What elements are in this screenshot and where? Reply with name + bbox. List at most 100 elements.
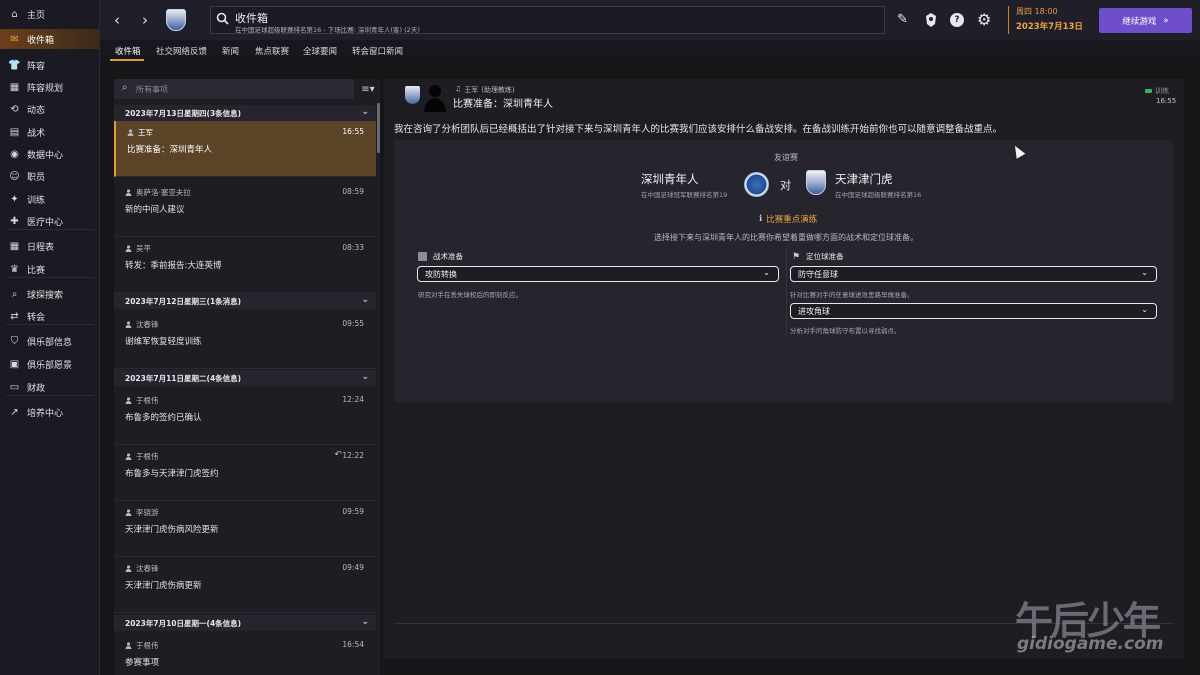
tactics-icon: ▤	[9, 126, 20, 138]
nav-item-development[interactable]: ↗ 培养中心	[0, 402, 100, 422]
setpiece-boot-icon: ⚑	[792, 251, 801, 262]
back-arrow-icon[interactable]: ‹	[114, 11, 120, 29]
tactical-prep-value: 攻防转换	[425, 269, 457, 279]
message-sender: 于根伟	[125, 451, 159, 462]
nav-item-data-hub[interactable]: ◉ 数据中心	[0, 144, 100, 164]
help-icon[interactable]: ?	[950, 13, 964, 27]
tab-4[interactable]: 全球要闻	[303, 40, 337, 62]
message-subject: 布鲁多的签约已确认	[125, 413, 202, 423]
group-header-label: 2023年7月11日星期二(4条信息)	[125, 373, 242, 383]
message-sender: 于根伟	[125, 640, 159, 651]
sender-avatar[interactable]	[422, 82, 448, 112]
sender-name: 李骁游	[136, 508, 159, 517]
tactical-prep-heading: 战术准备	[418, 251, 463, 262]
nav-item-tactics[interactable]: ▤ 战术	[0, 122, 100, 142]
inbox-icon: ✉	[10, 33, 19, 45]
message-row[interactable]: 于根伟 ↶ 12:22 布鲁多与天津津门虎签约	[114, 445, 376, 501]
message-row[interactable]: 李骁游 09:59 天津津门虎伤病风险更新	[114, 501, 376, 557]
person-icon	[125, 321, 132, 328]
message-filter-search[interactable]: ⌕ 所有事项	[114, 79, 354, 99]
forward-arrow-icon[interactable]: ›	[142, 11, 148, 29]
watermark-en: gidiogame.com	[1017, 634, 1164, 654]
chevron-down-icon: ⌄	[361, 372, 369, 382]
message-row[interactable]: 王军 16:55 比赛准备：深圳青年人	[114, 121, 376, 177]
message-row[interactable]: 于根伟 16:54 参赛事项	[114, 634, 376, 675]
nav-item-training[interactable]: ✦ 训练	[0, 189, 100, 209]
double-chevron-right-icon: »	[1163, 15, 1169, 26]
sender-name: 吴平	[136, 244, 151, 253]
nav-item-squad-planner[interactable]: ▦ 阵容规划	[0, 77, 100, 97]
group-header-label: 2023年7月12日星期三(1条消息)	[125, 296, 242, 306]
message-row[interactable]: 沈春锋 09:49 天津津门虎伤病更新	[114, 557, 376, 613]
nav-item-medical[interactable]: ✚ 医疗中心	[0, 211, 100, 231]
message-group-header[interactable]: 2023年7月10日星期一(4条信息) ⌄	[114, 615, 376, 631]
tag-color-icon	[1145, 89, 1152, 93]
home-icon: ⌂	[11, 8, 18, 20]
away-team-standing: 在中国足球超级联赛排名第16	[835, 191, 922, 199]
message-group-header[interactable]: 2023年7月12日星期三(1条消息) ⌄	[114, 293, 376, 309]
message-row[interactable]: 于根伟 12:24 布鲁多的签约已确认	[114, 389, 376, 445]
nav-item-label: 俱乐部信息	[27, 337, 73, 348]
away-team-name[interactable]: 天津津门虎	[835, 171, 893, 187]
club-crest-icon[interactable]	[166, 9, 186, 31]
message-sender: 沈春锋	[125, 563, 159, 574]
settings-gear-icon[interactable]: ⚙	[977, 10, 991, 29]
scouting-icon: ⌕	[11, 288, 18, 300]
trophy-icon: ♛	[10, 263, 19, 275]
message-group-header[interactable]: 2023年7月13日星期四(3条信息) ⌄	[114, 105, 376, 121]
person-icon	[125, 453, 132, 460]
nav-item-scouting[interactable]: ⌕ 球探搜索	[0, 284, 100, 304]
tab-3[interactable]: 焦点联赛	[255, 40, 289, 62]
reply-icon: ↶	[334, 450, 342, 460]
nav-item-shirt[interactable]: 👕 阵容	[0, 55, 100, 75]
pencil-icon[interactable]: ✎	[897, 12, 908, 27]
nav-item-trophy[interactable]: ♛ 比赛	[0, 259, 100, 279]
person-icon	[125, 189, 132, 196]
message-time: 16:55	[1156, 97, 1177, 105]
message-row[interactable]: 沈春锋 09:55 谢维军恢复轻度训练	[114, 313, 376, 369]
nav-item-label: 转会	[27, 312, 46, 323]
search-box[interactable]: 收件箱 在中国足球超级联赛排名第16 - 下场比赛: 深圳青年人(客) (2天)	[210, 6, 885, 34]
away-team-crest-icon[interactable]	[806, 170, 826, 195]
nav-item-calendar[interactable]: ▦ 日程表	[0, 236, 100, 256]
list-menu-icon[interactable]: ≡▾	[356, 79, 380, 99]
person-icon	[127, 129, 134, 136]
nav-item-club-info[interactable]: ⛉ 俱乐部信息	[0, 331, 100, 351]
nav-item-transfer[interactable]: ⇄ 转会	[0, 306, 100, 326]
continue-game-button[interactable]: 继续游戏 »	[1099, 8, 1192, 33]
nav-item-label: 数据中心	[27, 150, 64, 161]
home-team-name[interactable]: 深圳青年人	[641, 171, 699, 187]
message-group-header[interactable]: 2023年7月11日星期二(4条信息) ⌄	[114, 370, 376, 386]
home-team-crest-icon[interactable]	[744, 172, 769, 197]
message-row[interactable]: 奥萨洛·塞亚夫拉 08:59 新的中间人建议	[114, 181, 376, 237]
focus-title-text: 比赛重点演练	[766, 215, 818, 225]
nav-item-dynamics[interactable]: ⟲ 动态	[0, 99, 100, 119]
tab-1[interactable]: 社交网络反馈	[156, 40, 207, 62]
chevron-down-icon: ⌄	[763, 268, 770, 277]
tab-2[interactable]: 新闻	[222, 40, 239, 62]
nav-item-finance[interactable]: ▭ 财政	[0, 377, 100, 397]
setpiece-prep-select-1[interactable]: 防守任意球 ⌄	[790, 266, 1157, 282]
tactical-prep-select[interactable]: 攻防转换 ⌄	[417, 266, 779, 282]
fm-logo-icon[interactable]	[924, 12, 938, 31]
tab-5[interactable]: 转会窗口新闻	[352, 40, 403, 62]
tactics-board-icon	[418, 252, 427, 261]
training-icon: ✦	[10, 193, 19, 205]
message-sender: 沈春锋	[125, 319, 159, 330]
nav-item-home[interactable]: ⌂ 主页	[0, 4, 100, 24]
nav-item-staff[interactable]: ☺ 职员	[0, 166, 100, 186]
list-scrollbar[interactable]	[377, 103, 380, 153]
sender-name: 奥萨洛·塞亚夫拉	[136, 188, 191, 197]
nav-item-inbox[interactable]: ✉ 收件箱	[0, 29, 100, 49]
date-full: 2023年7月13日	[1016, 22, 1083, 32]
sender-name: 于根伟	[136, 396, 159, 405]
message-time: 08:59	[342, 187, 364, 196]
setpiece-prep-value-1: 防守任意球	[798, 269, 838, 279]
message-row[interactable]: 吴平 08:33 转发：季前报告:大连英博	[114, 237, 376, 293]
staff-icon: ☺	[9, 170, 20, 182]
sender-name: 于根伟	[136, 452, 159, 461]
nav-item-label: 职员	[27, 172, 46, 183]
nav-item-club-vision[interactable]: ▣ 俱乐部愿景	[0, 354, 100, 374]
sender-name[interactable]: 王军	[464, 85, 478, 95]
setpiece-prep-select-2[interactable]: 进攻角球 ⌄	[790, 303, 1157, 319]
